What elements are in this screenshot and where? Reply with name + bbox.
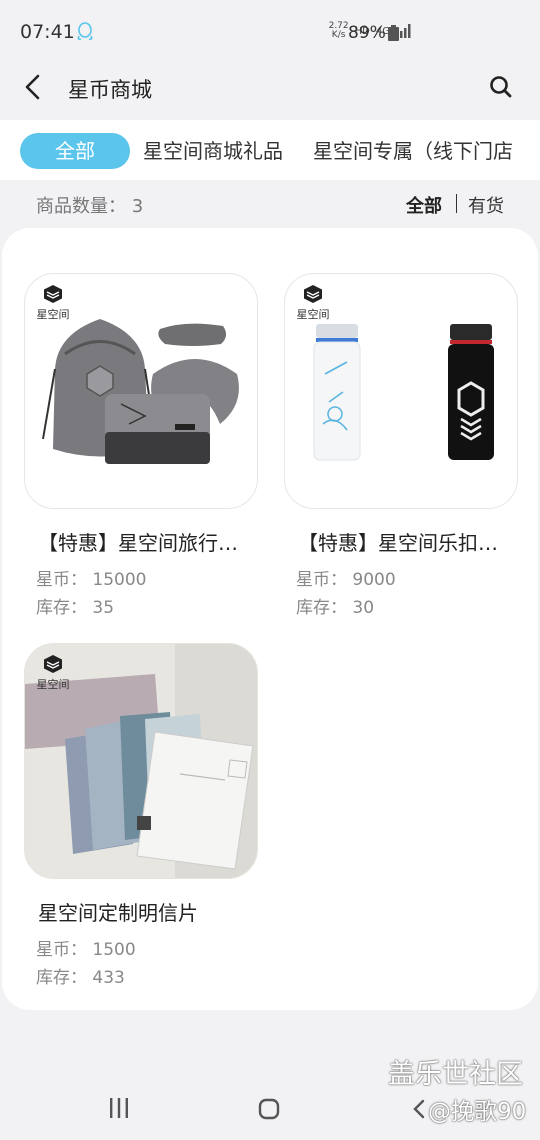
page-title: 星币商城 (68, 78, 152, 102)
network-speed: 2.72 K/s (329, 22, 349, 40)
price-value: 1500 (92, 940, 136, 960)
product-stock: 库存： 30 (296, 594, 518, 622)
product-price: 星币： 9000 (296, 566, 518, 594)
product-count-value: 3 (131, 196, 144, 217)
brand-logo: 星空间 (33, 654, 73, 692)
product-meta: 星币： 9000 库存： 30 (284, 566, 518, 622)
back-nav-icon[interactable] (412, 1098, 426, 1120)
app-header: 星币商城 (0, 64, 540, 120)
stock-label: 库存： (296, 598, 347, 618)
filter-divider (456, 194, 457, 213)
tab-all[interactable]: 全部 (20, 133, 130, 169)
product-card[interactable]: 星空间 【特惠】星空间旅行… 星币： 15000 库存： 35 (24, 273, 258, 622)
watermark-author: @挽歌90 (428, 1099, 527, 1125)
stock-value: 35 (92, 598, 115, 618)
status-bar: 07:41 2.72 K/s HD 4G 89% (0, 0, 540, 64)
battery-icon (388, 25, 399, 41)
stock-label: 库存： (36, 968, 87, 988)
search-icon[interactable] (488, 74, 514, 100)
product-title: 【特惠】星空间乐扣… (298, 531, 498, 555)
stock-label: 库存： (36, 598, 87, 618)
recents-icon[interactable] (108, 1098, 130, 1118)
price-value: 9000 (352, 570, 396, 590)
price-value: 15000 (92, 570, 147, 590)
product-card[interactable]: 星空间 星空间定制明信片 星币： 1500 库存： 433 (24, 643, 258, 992)
battery-percent: 89% (348, 23, 386, 43)
product-price: 星币： 15000 (36, 566, 258, 594)
price-label: 星币： (36, 570, 87, 590)
product-title: 【特惠】星空间旅行… (38, 531, 238, 555)
chevron-left-icon[interactable] (20, 72, 46, 102)
product-image-travel-kit: 星空间 (24, 273, 258, 509)
network-speed-unit: K/s (331, 30, 346, 40)
product-grid: 星空间 【特惠】星空间旅行… 星币： 15000 库存： 35 星空间 【特惠】… (2, 228, 538, 1010)
product-meta: 星币： 1500 库存： 433 (24, 936, 258, 992)
stock-value: 433 (92, 968, 125, 988)
product-meta: 星币： 15000 库存： 35 (24, 566, 258, 622)
product-count: 商品数量： 3 (36, 192, 143, 218)
watermark-community: 盖乐世社区 (388, 1059, 523, 1090)
home-icon[interactable] (258, 1098, 280, 1120)
filter-in-stock-button[interactable]: 有货 (468, 192, 504, 218)
category-tabs: 全部 星空间商城礼品 星空间专属（线下门店 (0, 120, 540, 180)
bottles-illustration (313, 324, 494, 461)
product-price: 星币： 1500 (36, 936, 258, 964)
brand-logo-text: 星空间 (36, 678, 70, 691)
stock-value: 30 (352, 598, 375, 618)
product-title: 星空间定制明信片 (38, 901, 198, 925)
filter-bar: 商品数量： 3 全部 有货 (0, 180, 540, 226)
price-label: 星币： (36, 940, 87, 960)
product-stock: 库存： 433 (36, 964, 258, 992)
travel-kit-illustration (42, 319, 239, 464)
cube-logo-icon (44, 655, 62, 673)
qq-notification-icon (77, 22, 93, 40)
product-image-postcards: 星空间 (24, 643, 258, 879)
filter-all-button[interactable]: 全部 (406, 192, 442, 218)
product-stock: 库存： 35 (36, 594, 258, 622)
price-label: 星币： (296, 570, 347, 590)
product-card[interactable]: 星空间 【特惠】星空间乐扣… 星币： 9000 库存： 30 (284, 273, 518, 622)
tab-gifts[interactable]: 星空间商城礼品 (143, 133, 283, 169)
tab-exclusive[interactable]: 星空间专属（线下门店 (313, 133, 513, 169)
product-image-bottles: 星空间 (284, 273, 518, 509)
status-time: 07:41 (20, 21, 75, 43)
product-count-label: 商品数量： (36, 196, 126, 217)
